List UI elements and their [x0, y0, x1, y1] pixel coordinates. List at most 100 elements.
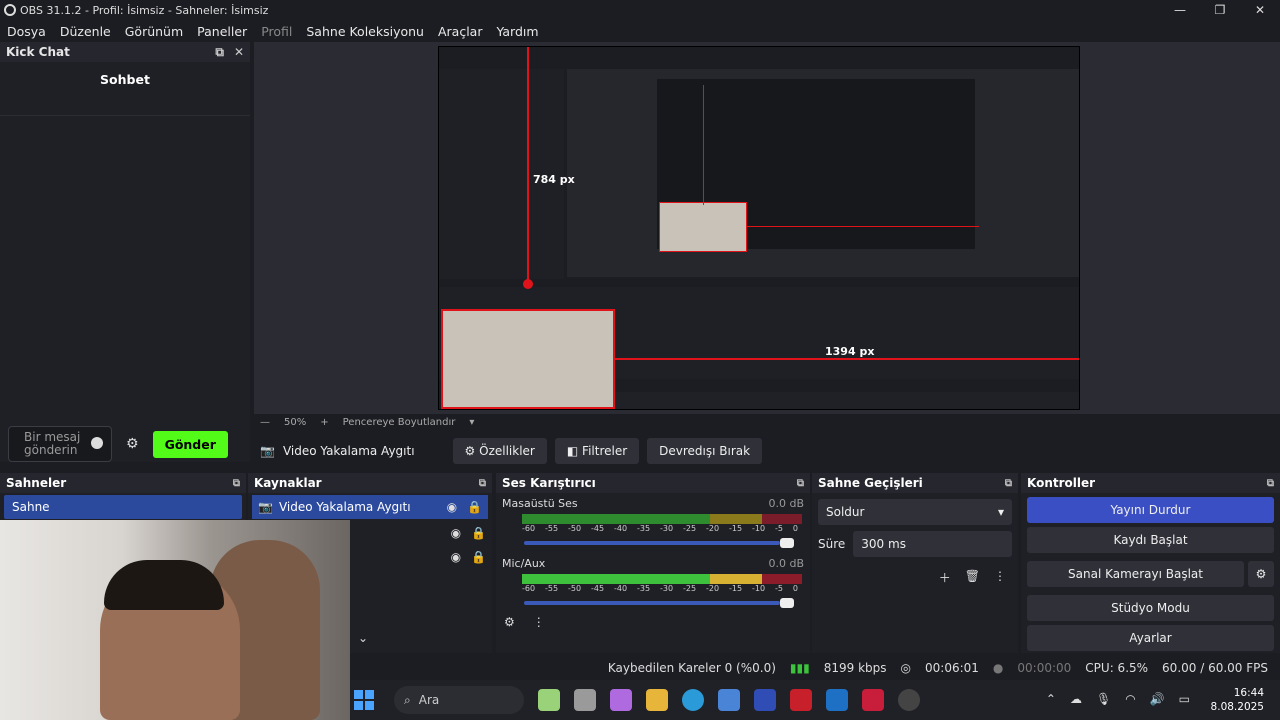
advanced-audio-icon[interactable]: ⚙	[504, 615, 515, 629]
edge-icon[interactable]	[682, 689, 704, 711]
chat-settings-icon[interactable]: ⚙	[126, 436, 139, 452]
sources-title: Kaynaklar	[254, 476, 322, 490]
float-dock-icon[interactable]: ⧉	[479, 478, 486, 489]
measure-line-vertical	[527, 47, 529, 283]
zoom-out-icon[interactable]: —	[260, 417, 270, 428]
maximize-icon[interactable]: ❐	[1200, 0, 1240, 20]
minimize-icon[interactable]: —	[1160, 0, 1200, 20]
taskbar-app-icon[interactable]	[538, 689, 560, 711]
menu-paneller[interactable]: Paneller	[190, 24, 254, 39]
visibility-icon[interactable]: ◉	[451, 526, 461, 540]
float-dock-icon[interactable]: ⧉	[233, 478, 240, 489]
menu-araclar[interactable]: Araçlar	[431, 24, 490, 39]
measure-line-vertical-small	[703, 85, 704, 205]
nested-webcam-small	[659, 202, 747, 252]
lock-icon[interactable]: 🔒	[467, 500, 482, 514]
preview-zoom-bar: — 50% + Pencereye Boyutlandır ▾	[254, 414, 1280, 430]
lock-icon[interactable]: 🔒	[471, 550, 486, 564]
dropped-frames: Kaybedilen Kareler 0 (%0.0)	[607, 661, 776, 675]
outlook-icon[interactable]	[826, 689, 848, 711]
visibility-icon[interactable]: ◉	[451, 550, 461, 564]
duration-spinbox[interactable]: 300 ms	[853, 531, 1012, 557]
deactivate-button[interactable]: Devredışı Bırak	[647, 438, 763, 464]
taskbar-app-icon[interactable]	[754, 689, 776, 711]
taskbar-search[interactable]: ⌕ Ara	[394, 686, 524, 714]
nested-taskbar	[614, 392, 1079, 409]
properties-button[interactable]: ⚙ Özellikler	[452, 438, 547, 464]
menu-gorunum[interactable]: Görünüm	[118, 24, 190, 39]
windows-start-icon[interactable]	[354, 690, 374, 710]
obs-taskbar-icon[interactable]	[898, 689, 920, 711]
obs-logo-icon	[4, 4, 16, 16]
filter-icon: ◧	[566, 444, 579, 458]
filters-button[interactable]: ◧ Filtreler	[554, 438, 640, 464]
store-icon[interactable]	[718, 689, 740, 711]
chevron-up-icon[interactable]: ⌃	[1046, 692, 1056, 706]
float-dock-icon[interactable]: ⧉	[797, 478, 804, 489]
fit-window-dropdown[interactable]: Pencereye Boyutlandır	[343, 417, 456, 428]
channel-name: Masaüstü Ses	[502, 497, 578, 510]
channel-db: 0.0 dB	[768, 557, 804, 570]
folder-icon[interactable]	[646, 689, 668, 711]
camera-icon: 📷	[260, 444, 275, 458]
virtual-camera-button[interactable]: Sanal Kamerayı Başlat	[1027, 561, 1244, 587]
menu-profil[interactable]: Profil	[254, 24, 299, 39]
cloud-icon[interactable]: ☁	[1070, 692, 1082, 706]
chevron-down-icon[interactable]: ▾	[469, 417, 474, 428]
lock-icon[interactable]: 🔒	[471, 526, 486, 540]
mixer-channel-mic: Mic/Aux 0.0 dB -60 -55 -50 -45 -40 -35 -30 -25 -2…	[496, 553, 810, 609]
kick-chat-header: Kick Chat ⧉ ✕	[0, 42, 250, 62]
taskbar-app-icon[interactable]	[574, 689, 596, 711]
measure-line-horizontal-small	[747, 226, 979, 227]
float-dock-icon[interactable]: ⧉	[1267, 478, 1274, 489]
taskbar-clock[interactable]: 16:44 8.08.2025	[1211, 686, 1264, 714]
chat-message-input[interactable]: Bir mesaj gönderin	[8, 426, 112, 462]
system-tray: ⌃ ☁ 🎙 ◠ 🔊 ▭	[1046, 692, 1190, 706]
preview-canvas[interactable]: 784 px 1394 px	[254, 42, 1280, 414]
chevron-down-icon: ▾	[997, 505, 1004, 519]
webcam-overlay	[0, 520, 350, 720]
settings-button[interactable]: Ayarlar	[1027, 625, 1274, 651]
visibility-icon[interactable]: ◉	[447, 500, 457, 514]
measure-line-horizontal	[615, 358, 1079, 360]
volume-slider[interactable]	[524, 538, 794, 548]
trash-icon[interactable]: 🗑	[965, 569, 980, 586]
scene-item[interactable]: Sahne	[4, 495, 242, 519]
wifi-icon[interactable]: ◠	[1125, 692, 1135, 706]
stop-stream-button[interactable]: Yayını Durdur	[1027, 497, 1274, 523]
taskbar-app-icon[interactable]	[862, 689, 884, 711]
antivirus-icon[interactable]	[790, 689, 812, 711]
add-icon[interactable]: ＋	[939, 569, 951, 586]
menu-dosya[interactable]: Dosya	[0, 24, 53, 39]
virtual-camera-settings-icon[interactable]: ⚙	[1248, 561, 1274, 587]
kick-chat-title: Kick Chat	[6, 45, 70, 59]
search-icon: ⌕	[404, 692, 411, 707]
measure-handle[interactable]	[523, 279, 533, 289]
stream-icon: ◎	[900, 661, 911, 675]
float-dock-icon[interactable]: ⧉	[215, 45, 224, 60]
source-item[interactable]: 📷 Video Yakalama Aygıtı ◉ 🔒	[252, 495, 488, 519]
close-dock-icon[interactable]: ✕	[234, 45, 244, 60]
zoom-in-icon[interactable]: +	[320, 417, 328, 428]
battery-icon[interactable]: ▭	[1179, 692, 1190, 706]
volume-slider[interactable]	[524, 598, 794, 608]
studio-mode-button[interactable]: Stüdyo Modu	[1027, 595, 1274, 621]
duration-label: Süre	[818, 537, 846, 551]
menu-yardim[interactable]: Yardım	[489, 24, 545, 39]
chat-input-row: Bir mesaj gönderin ⚙ Gönder	[0, 422, 250, 466]
more-options-icon[interactable]: ⋮	[533, 615, 545, 629]
menu-duzenle[interactable]: Düzenle	[53, 24, 118, 39]
chevron-down-icon[interactable]: ⌄	[358, 631, 368, 645]
emoji-icon[interactable]	[91, 437, 103, 449]
selected-source-label: Video Yakalama Aygıtı	[282, 444, 415, 458]
chat-send-button[interactable]: Gönder	[152, 430, 228, 458]
copilot-icon[interactable]	[610, 689, 632, 711]
volume-icon[interactable]: 🔊	[1150, 692, 1165, 706]
menu-sahne-koleksiyonu[interactable]: Sahne Koleksiyonu	[299, 24, 431, 39]
close-icon[interactable]: ✕	[1240, 0, 1280, 20]
more-options-icon[interactable]: ⋮	[994, 569, 1006, 586]
mic-icon[interactable]: 🎙	[1096, 692, 1111, 706]
transition-select[interactable]: Soldur ▾	[818, 499, 1012, 525]
float-dock-icon[interactable]: ⧉	[1005, 478, 1012, 489]
start-record-button[interactable]: Kaydı Başlat	[1027, 527, 1274, 553]
